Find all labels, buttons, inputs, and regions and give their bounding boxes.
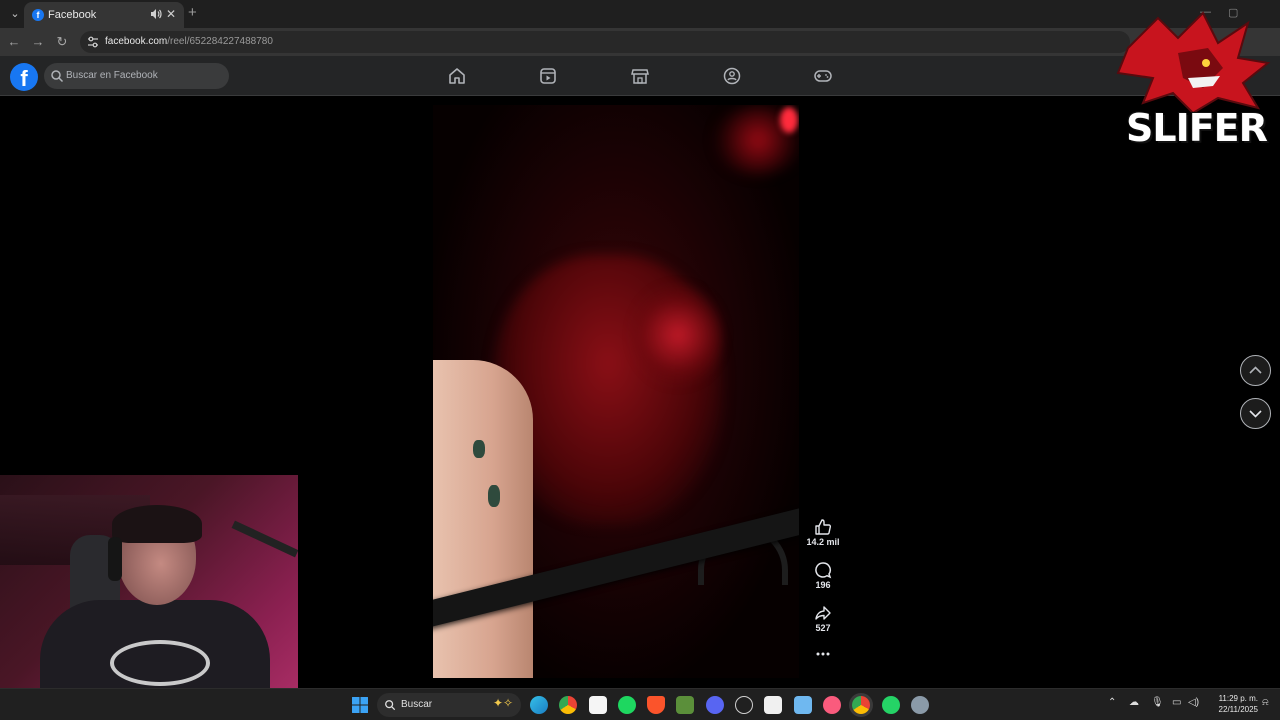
reel-video[interactable] [433,105,799,678]
browser-tab-bar: ⌄ f Facebook ✕ + — ▢ [0,0,1280,28]
video-tattoo [473,440,485,458]
chevron-up-icon [1249,366,1262,374]
chrome-active-icon[interactable] [852,696,870,714]
more-icon [816,652,830,656]
tab-title: Facebook [48,9,97,21]
onedrive-icon[interactable] [794,696,812,714]
notification-bell-icon[interactable]: ⍾ [1262,697,1269,708]
minecraft-icon[interactable] [676,696,694,714]
forward-icon[interactable]: → [30,34,46,50]
taskbar-search-icon [385,700,396,711]
tab-search-icon[interactable]: ⌄ [8,6,22,22]
groups-icon[interactable] [722,66,742,86]
facebook-search-input[interactable]: Buscar en Facebook [44,63,229,89]
browser-tab[interactable]: f Facebook ✕ [24,2,184,28]
logo-text: SLIFER [1126,106,1268,150]
reload-icon[interactable]: ↻ [54,34,70,50]
previous-reel-button[interactable] [1240,355,1271,386]
facebook-favicon-icon: f [32,9,44,21]
video-icon[interactable] [538,66,558,86]
url-input[interactable]: facebook.com/reel/652284227488780 [80,31,1130,53]
tab-close-icon[interactable]: ✕ [166,7,176,21]
webcam-headset [108,537,122,581]
tray-mic-icon[interactable]: 🎙︎ [1151,697,1164,708]
brave-icon[interactable] [647,696,665,714]
search-icon [51,70,64,83]
new-tab-icon[interactable]: + [188,5,197,21]
facebook-header: f Buscar en Facebook [0,56,1280,96]
taskbar-search-placeholder: Buscar [401,699,433,710]
comment-count: 196 [815,580,831,590]
next-reel-button[interactable] [1240,398,1271,429]
webcam-mic [231,520,298,558]
home-icon[interactable] [447,66,467,86]
share-icon [815,606,831,620]
taskbar-clock[interactable]: 11:29 p. m. 22/11/2025 [1204,693,1258,715]
store-icon[interactable] [764,696,782,714]
address-bar-row: ← → ↻ facebook.com/reel/652284227488780 [0,28,1280,56]
back-icon[interactable]: ← [6,34,22,50]
discord-icon[interactable] [706,696,724,714]
dragon-icon [1116,11,1271,115]
whatsapp-icon[interactable] [882,696,900,714]
taskbar-search-input[interactable]: Buscar ✦✧ [377,693,521,717]
music-icon[interactable] [823,696,841,714]
share-button[interactable]: 527 [800,604,846,633]
comment-icon [815,562,832,579]
spotify-icon[interactable] [618,696,636,714]
copilot-sparkle-icon: ✦✧ [493,696,514,710]
chevron-down-icon [1249,410,1262,418]
like-icon [815,519,832,535]
like-count: 14.2 mil [806,537,840,547]
webcam-hair [112,505,202,543]
video-arm [433,360,533,678]
tray-volume-icon[interactable]: ◁) [1188,697,1199,708]
like-button[interactable]: 14.2 mil [800,518,846,547]
url-text: facebook.com/reel/652284227488780 [105,36,273,47]
site-info-icon[interactable] [86,35,100,49]
webcam-overlay [0,475,298,720]
gaming-icon[interactable] [813,66,833,86]
streamer-logo: SLIFER [1108,8,1278,158]
chrome-icon[interactable] [559,696,577,714]
windows-taskbar: Buscar ✦✧ ⌃ ☁ 🎙︎ ▭ ◁) 11:29 p. m. 22/11/… [0,688,1280,720]
clock-time: 11:29 p. m. [1218,694,1258,703]
video-tattoo [488,485,500,507]
obs-icon[interactable] [735,696,753,714]
audio-playing-icon[interactable] [149,7,163,21]
webcam-hoodie-print [110,640,210,686]
edge-icon[interactable] [530,696,548,714]
comment-button[interactable]: 196 [800,561,846,590]
tray-cloud-icon[interactable]: ☁ [1129,697,1139,708]
search-placeholder: Buscar en Facebook [66,70,158,81]
more-options-button[interactable] [800,649,846,659]
share-count: 527 [815,623,831,633]
video-hand-blur [633,285,723,385]
windows-start-icon[interactable] [351,696,369,714]
tray-network-icon[interactable]: ▭ [1172,697,1181,708]
clock-date: 22/11/2025 [1218,705,1258,714]
capcut-icon[interactable] [589,696,607,714]
tray-chevron-icon[interactable]: ⌃ [1108,697,1116,708]
facebook-logo-icon[interactable]: f [10,63,38,91]
settings-icon[interactable] [911,696,929,714]
video-red-light [780,107,798,133]
marketplace-icon[interactable] [630,66,650,86]
